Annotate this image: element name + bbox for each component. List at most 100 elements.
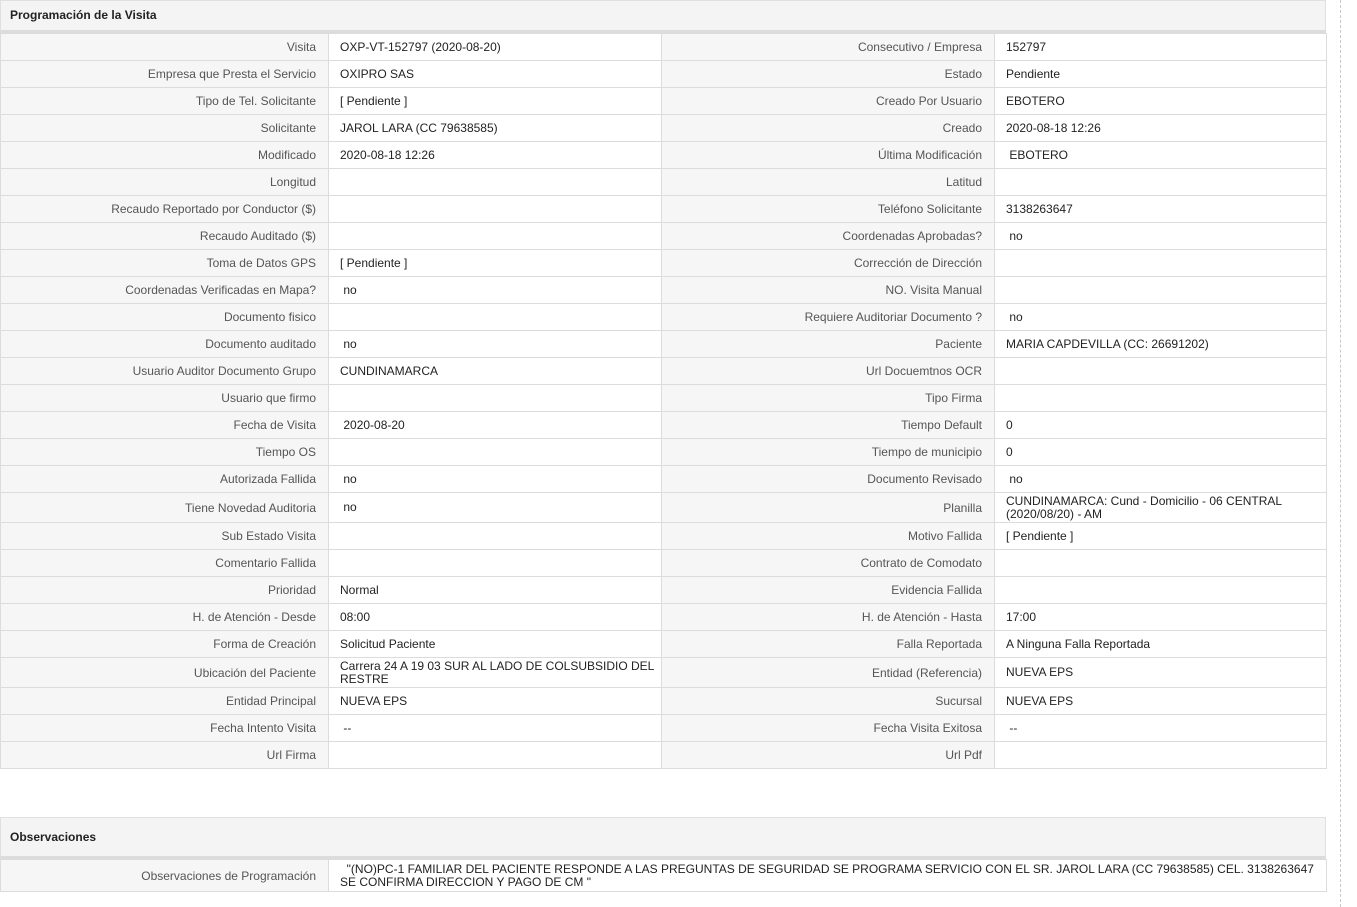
field-value: [328, 549, 662, 577]
field-value: "(NO)PC-1 FAMILIAR DEL PACIENTE RESPONDE…: [328, 859, 1327, 892]
label-text: Comentario Fallida: [215, 556, 316, 570]
value-text: 0: [1006, 417, 1013, 432]
label-text: Teléfono Solicitante: [877, 202, 982, 216]
field-label: Tipo de Tel. Solicitante: [0, 87, 329, 115]
field-value: Pendiente: [994, 60, 1327, 88]
label-text: H. de Atención - Desde: [192, 610, 316, 624]
field-label: Creado Por Usuario: [661, 87, 995, 115]
field-value: [994, 276, 1327, 304]
field-value: [994, 357, 1327, 385]
observaciones-title: Observaciones: [0, 817, 1326, 859]
field-value: [328, 384, 662, 412]
label-text: NO. Visita Manual: [885, 283, 983, 297]
value-text: OXP-VT-152797 (2020-08-20): [340, 39, 501, 54]
value-text: Pendiente: [1006, 66, 1061, 81]
value-text: MARIA CAPDEVILLA (CC: 26691202): [1006, 336, 1209, 351]
field-label: Contrato de Comodato: [661, 549, 995, 577]
label-text: Fecha Visita Exitosa: [873, 721, 983, 735]
field-label: Coordenadas Aprobadas?: [661, 222, 995, 250]
label-text: Longitud: [269, 175, 316, 189]
field-value: 0: [994, 438, 1327, 466]
field-value: 2020-08-18 12:26: [994, 114, 1327, 142]
field-value: 2020-08-20: [328, 411, 662, 439]
field-row: Url Firma Url Pdf: [0, 741, 1327, 769]
field-value: no: [328, 276, 662, 304]
programacion-section: Programación de la Visita Visita OXP-VT-1…: [0, 0, 1327, 769]
field-label: H. de Atención - Hasta: [661, 603, 995, 631]
label-text: Entidad (Referencia): [871, 665, 982, 680]
field-label: Coordenadas Verificadas en Mapa?: [0, 276, 329, 304]
label-text: Recaudo Reportado por Conductor ($): [111, 202, 316, 216]
field-label: Tiene Novedad Auditoria: [0, 492, 329, 523]
label-text: Evidencia Fallida: [891, 583, 982, 597]
field-value: no: [328, 492, 662, 523]
field-label: Empresa que Presta el Servicio: [0, 60, 329, 88]
field-label: Tiempo de municipio: [661, 438, 995, 466]
field-value: 08:00: [328, 603, 662, 631]
label-text: Documento fisico: [223, 310, 316, 324]
field-row: Documento fisico Requiere Auditoriar Docu…: [0, 303, 1327, 331]
field-label: Corrección de Dirección: [661, 249, 995, 277]
field-label: Entidad Principal: [0, 687, 329, 715]
label-text: Prioridad: [267, 583, 316, 597]
label-text: Entidad Principal: [225, 694, 316, 708]
field-label: Observaciones de Programación: [0, 859, 329, 892]
label-text: Sub Estado Visita: [221, 529, 316, 543]
field-label: Url Pdf: [661, 741, 995, 769]
field-value: OXP-VT-152797 (2020-08-20): [328, 33, 662, 61]
field-label: Comentario Fallida: [0, 549, 329, 577]
value-text: no: [1006, 471, 1023, 486]
value-text: CUNDINAMARCA: [340, 363, 439, 378]
value-text: 2020-08-18 12:26: [340, 147, 435, 162]
field-label: Consecutivo / Empresa: [661, 33, 995, 61]
field-value: [328, 741, 662, 769]
observaciones-row: Observaciones de Programación "(NO)PC-1 …: [0, 859, 1327, 892]
field-value: [994, 384, 1327, 412]
field-row: Usuario Auditor Documento Grupo CUNDINAMA…: [0, 357, 1327, 385]
field-label: Usuario Auditor Documento Grupo: [0, 357, 329, 385]
field-label: Solicitante: [0, 114, 329, 142]
label-text: Requiere Auditoriar Documento ?: [804, 310, 982, 324]
field-label: Prioridad: [0, 576, 329, 604]
value-text: NUEVA EPS: [1006, 693, 1074, 708]
label-text: Tipo de Tel. Solicitante: [195, 94, 316, 108]
field-row: Recaudo Auditado ($) Coordenadas Aprobada…: [0, 222, 1327, 250]
field-label: Última Modificación: [661, 141, 995, 169]
field-label: Tiempo OS: [0, 438, 329, 466]
field-value: Carrera 24 A 19 03 SUR AL LADO DE COLSUB…: [328, 657, 662, 688]
field-value: [328, 438, 662, 466]
field-label: Forma de Creación: [0, 630, 329, 658]
observaciones-table: Observaciones de Programación "(NO)PC-1 …: [0, 859, 1327, 892]
label-text: Url Docuemtnos OCR: [865, 364, 982, 378]
field-row: Coordenadas Verificadas en Mapa? no NO. V…: [0, 276, 1327, 304]
field-row: Recaudo Reportado por Conductor ($) Teléf…: [0, 195, 1327, 223]
label-text: Tiempo de municipio: [871, 445, 982, 459]
field-value: EBOTERO: [994, 141, 1327, 169]
label-text: Tiene Novedad Auditoria: [185, 500, 316, 515]
label-text: Documento Revisado: [867, 472, 982, 486]
field-label: Tiempo Default: [661, 411, 995, 439]
field-value: 0: [994, 411, 1327, 439]
value-text: NUEVA EPS: [1006, 665, 1074, 679]
value-text: no: [1006, 309, 1023, 324]
label-text: Motivo Fallida: [907, 529, 982, 543]
field-row: Tiempo OS Tiempo de municipio 0: [0, 438, 1327, 466]
field-value: NUEVA EPS: [994, 657, 1327, 688]
label-text: Tiempo Default: [901, 418, 982, 432]
label-text: Coordenadas Aprobadas?: [842, 229, 982, 243]
value-text: --: [1006, 720, 1018, 735]
field-label: Evidencia Fallida: [661, 576, 995, 604]
value-text: 0: [1006, 444, 1013, 459]
label-text: Falla Reportada: [896, 637, 982, 651]
field-label: Documento Revisado: [661, 465, 995, 493]
field-row: Empresa que Presta el Servicio OXIPRO SAS…: [0, 60, 1327, 88]
field-value: [328, 222, 662, 250]
field-row: Usuario que firmo Tipo Firma: [0, 384, 1327, 412]
label-text: Recaudo Auditado ($): [199, 229, 316, 243]
field-value: CUNDINAMARCA: Cund - Domicilio - 06 CENT…: [994, 492, 1327, 523]
field-label: Sucursal: [661, 687, 995, 715]
field-label: Fecha de Visita: [0, 411, 329, 439]
field-value: [ Pendiente ]: [328, 249, 662, 277]
label-text: Planilla: [943, 500, 982, 515]
field-label: Sub Estado Visita: [0, 522, 329, 550]
